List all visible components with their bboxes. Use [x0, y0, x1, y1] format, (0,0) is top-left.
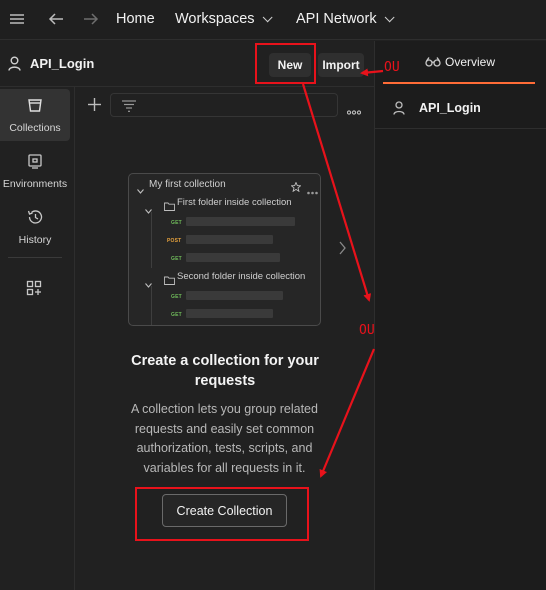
menu-icon[interactable] — [10, 13, 24, 25]
request-bar — [186, 253, 280, 262]
folder-icon — [164, 198, 175, 216]
nav-collections[interactable]: Collections — [0, 89, 70, 141]
back-arrow-icon[interactable] — [48, 12, 64, 26]
method-badge: GET — [171, 256, 182, 262]
folder-label: First folder inside collection — [177, 197, 292, 208]
chevron-right-icon[interactable] — [339, 241, 346, 260]
folder-icon — [164, 272, 175, 290]
add-apps-icon[interactable] — [26, 280, 42, 301]
home-label: Home — [116, 11, 155, 27]
star-icon — [290, 179, 302, 197]
overview-icon — [425, 56, 441, 70]
workspaces-label: Workspaces — [175, 11, 255, 27]
environment-icon — [27, 153, 43, 174]
forward-arrow-icon[interactable] — [83, 12, 99, 26]
method-badge: GET — [171, 220, 182, 226]
left-nav: Collections Environments History — [0, 87, 75, 590]
nav-label: Environments — [2, 178, 68, 190]
nav-label: Collections — [9, 122, 61, 134]
annotation-label: OU — [359, 323, 375, 338]
workspace-name[interactable]: API_Login — [30, 56, 94, 71]
folder-label: Second folder inside collection — [177, 271, 306, 282]
illustration-title: My first collection — [149, 179, 226, 190]
chevron-down-icon — [262, 11, 273, 22]
home-link[interactable]: Home — [116, 11, 155, 27]
request-bar — [186, 217, 295, 226]
collection-illustration: My first collection First folder inside … — [128, 173, 321, 326]
nav-environments[interactable]: Environments — [0, 145, 70, 197]
history-icon — [27, 209, 44, 230]
annotation-box-create — [135, 487, 309, 541]
workspaces-menu[interactable]: Workspaces — [175, 11, 273, 27]
plus-icon[interactable] — [88, 98, 101, 116]
tree-line — [151, 286, 152, 325]
annotation-box-new — [255, 43, 316, 84]
import-button[interactable]: Import — [318, 53, 364, 77]
empty-state-description: A collection lets you group related requ… — [131, 402, 318, 475]
method-badge: GET — [171, 312, 182, 318]
trash-bin-icon — [27, 97, 43, 118]
user-icon — [393, 101, 405, 120]
api-network-menu[interactable]: API Network — [296, 11, 395, 27]
top-bar: Home Workspaces API Network — [0, 0, 546, 40]
request-bar — [186, 309, 273, 318]
tree-line — [151, 212, 152, 268]
more-options-icon — [307, 182, 318, 200]
request-bar — [186, 291, 283, 300]
import-button-label: Import — [322, 58, 360, 72]
chevron-down-icon — [384, 11, 395, 22]
method-badge: POST — [167, 238, 182, 244]
more-options-icon[interactable] — [346, 102, 362, 120]
tab-overview[interactable]: Overview — [383, 41, 535, 84]
annotation-label: OU — [384, 60, 400, 75]
api-network-label: API Network — [296, 11, 377, 27]
nav-divider — [8, 257, 62, 258]
empty-state-title: Create a collection for your requests — [131, 353, 319, 389]
workspace-header: API_Login New Import — [0, 41, 374, 87]
user-icon — [8, 56, 21, 76]
nav-label: History — [18, 234, 52, 246]
nav-history[interactable]: History — [0, 201, 70, 253]
method-badge: GET — [171, 294, 182, 300]
chevron-down-icon — [137, 181, 144, 199]
filter-input[interactable] — [110, 93, 338, 117]
workspace-item-name: API_Login — [419, 101, 481, 115]
workspace-item[interactable]: API_Login — [375, 87, 546, 129]
overview-label: Overview — [445, 54, 496, 69]
right-pane: Overview API_Login — [374, 41, 546, 590]
request-bar — [186, 235, 273, 244]
filter-icon — [122, 99, 136, 117]
